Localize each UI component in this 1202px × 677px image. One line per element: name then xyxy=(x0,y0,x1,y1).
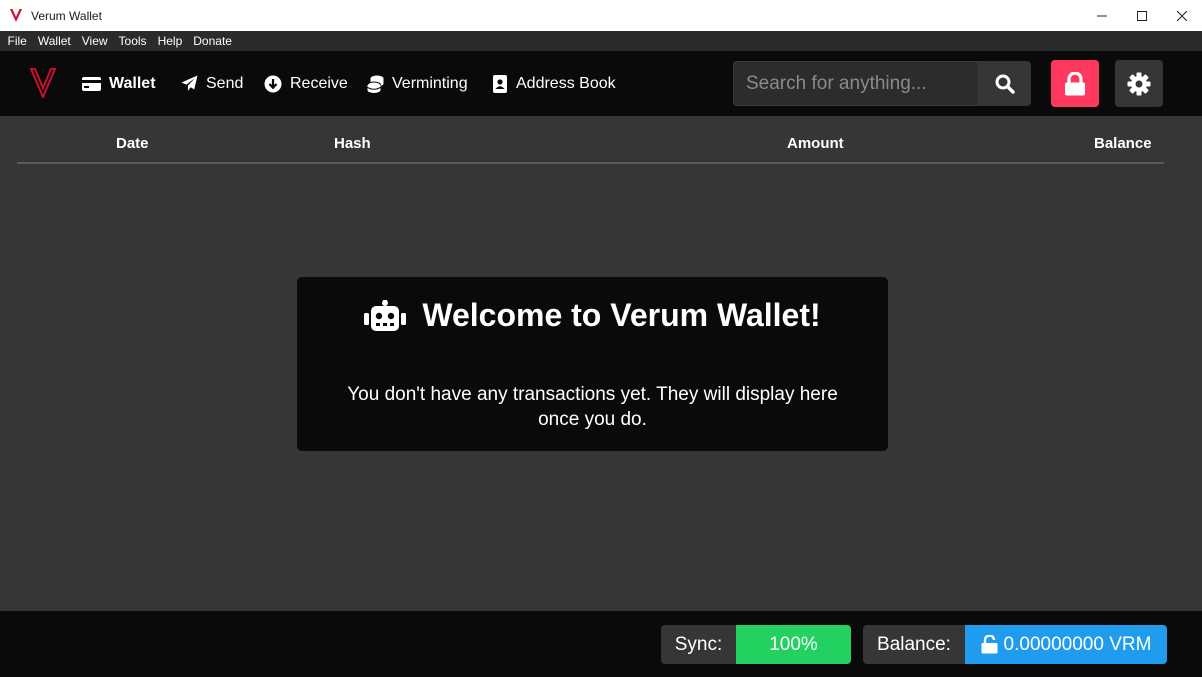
menu-view[interactable]: View xyxy=(76,31,113,51)
sync-label: Sync: xyxy=(661,625,736,664)
welcome-heading: Welcome to Verum Wallet! xyxy=(297,297,888,334)
menu-wallet[interactable]: Wallet xyxy=(32,31,76,51)
transactions-table-header: Date Hash Amount Balance xyxy=(17,116,1164,164)
nav-wallet-label: Wallet xyxy=(109,74,156,92)
minimize-button[interactable] xyxy=(1082,0,1122,31)
paper-plane-icon xyxy=(181,75,198,92)
balance-label: Balance: xyxy=(863,625,965,664)
robot-icon xyxy=(364,299,407,332)
search-icon xyxy=(995,74,1015,94)
nav-wallet[interactable]: Wallet xyxy=(82,51,156,116)
window-title: Verum Wallet xyxy=(31,8,102,23)
brand-logo-icon[interactable] xyxy=(29,68,57,100)
column-date[interactable]: Date xyxy=(116,116,149,171)
lock-icon xyxy=(1064,71,1086,96)
welcome-title: Welcome to Verum Wallet! xyxy=(422,297,821,333)
window-titlebar: Verum Wallet xyxy=(0,0,1202,31)
search-button[interactable] xyxy=(979,61,1031,106)
menu-donate[interactable]: Donate xyxy=(188,31,238,51)
nav-address-book-label: Address Book xyxy=(516,74,616,92)
arrow-circle-down-icon xyxy=(264,75,282,93)
app-logo-icon xyxy=(9,8,25,24)
column-amount[interactable]: Amount xyxy=(787,116,844,171)
menu-help[interactable]: Help xyxy=(152,31,188,51)
column-hash[interactable]: Hash xyxy=(334,116,371,171)
close-window-button[interactable] xyxy=(1162,0,1202,31)
nav-receive-label: Receive xyxy=(290,74,348,92)
menubar: File Wallet View Tools Help Donate xyxy=(0,31,1202,51)
navbar: Wallet Send Receive Verminting Address B… xyxy=(0,51,1202,116)
balance-value: 0.00000000 VRM xyxy=(1003,633,1152,655)
maximize-button[interactable] xyxy=(1122,0,1162,31)
welcome-message: You don't have any transactions yet. The… xyxy=(347,384,838,430)
unlock-icon xyxy=(981,635,998,654)
column-balance[interactable]: Balance xyxy=(1094,116,1152,171)
welcome-card: Welcome to Verum Wallet! You don't have … xyxy=(297,277,888,451)
nav-send[interactable]: Send xyxy=(181,51,243,116)
nav-address-book[interactable]: Address Book xyxy=(493,51,616,116)
wallet-icon xyxy=(82,76,101,91)
nav-receive[interactable]: Receive xyxy=(264,51,348,116)
nav-verminting[interactable]: Verminting xyxy=(367,51,468,116)
nav-send-label: Send xyxy=(206,74,244,92)
coins-icon xyxy=(367,75,384,93)
search-input[interactable]: Search for anything... xyxy=(733,61,979,106)
lock-wallet-button[interactable] xyxy=(1051,60,1099,107)
sync-status-badge: 100% xyxy=(736,625,851,664)
menu-tools[interactable]: Tools xyxy=(113,31,152,51)
status-footer: Sync: 100% Balance: 0.00000000 VRM xyxy=(0,611,1202,677)
settings-button[interactable] xyxy=(1115,60,1163,107)
menu-file[interactable]: File xyxy=(2,31,32,51)
address-book-icon xyxy=(493,74,508,93)
gear-icon xyxy=(1127,72,1151,96)
balance-badge[interactable]: 0.00000000 VRM xyxy=(965,625,1167,664)
nav-verminting-label: Verminting xyxy=(392,74,468,92)
